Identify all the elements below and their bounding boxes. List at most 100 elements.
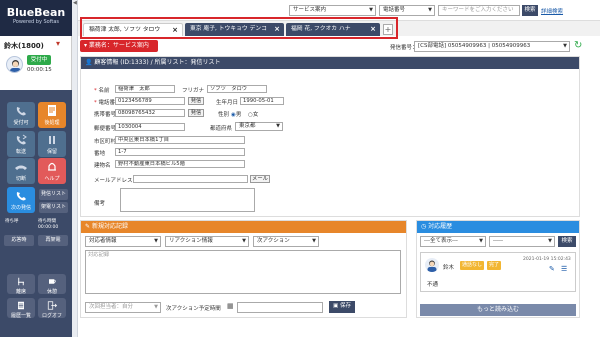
search-button[interactable]: 検索: [522, 5, 538, 16]
next-action-time-input[interactable]: [237, 302, 323, 313]
mail-button[interactable]: メール: [250, 175, 270, 183]
log-textarea[interactable]: 対応記録: [85, 250, 401, 294]
call-phone-button[interactable]: 発信: [188, 97, 204, 105]
waiting-time-value: 00:00:00: [38, 225, 59, 230]
assignee-select[interactable]: 次回担当者：自分 ▼: [85, 302, 161, 313]
note-label: 備考: [94, 201, 106, 207]
responder-select-value: 対応者情報: [89, 238, 117, 244]
chair-icon: [18, 277, 24, 286]
tab-customer-2[interactable]: 東京 庵子, トウキョウ デンコ ×: [185, 23, 284, 36]
add-tab-button[interactable]: +: [383, 24, 393, 35]
logout-icon: [47, 301, 58, 310]
hangup-button[interactable]: 切断: [7, 158, 35, 184]
email-input[interactable]: [133, 175, 248, 183]
logoff-button[interactable]: ログオフ: [38, 298, 66, 319]
call-list-button[interactable]: 架電リスト: [39, 202, 68, 213]
close-icon[interactable]: ×: [172, 24, 178, 37]
kana-input[interactable]: ソフツ タロウ: [207, 85, 267, 93]
coffee-icon: [49, 279, 56, 284]
gender-male-label: 男: [235, 112, 242, 118]
history-tag-noanswer: 通話なし: [460, 261, 485, 270]
edit-icon[interactable]: ✎: [549, 265, 555, 273]
refresh-icon[interactable]: ↻: [574, 40, 582, 52]
service-select[interactable]: サービス案内 ▼: [289, 5, 376, 16]
zip-input[interactable]: 1030004: [115, 123, 185, 131]
history-header: ◷ 対応履歴: [417, 221, 579, 233]
chevron-down-icon: ▼: [369, 7, 373, 13]
history-title: 対応履歴: [428, 223, 453, 230]
gender-female-radio[interactable]: ○女: [248, 110, 258, 118]
away-button[interactable]: 離席: [7, 274, 35, 295]
chevron-down-icon: ▼: [428, 7, 432, 13]
tab-customer-3[interactable]: 福岡 花, フクオカ ハナ ×: [286, 23, 380, 36]
building-input[interactable]: 野村不動産東日本橋ビル5階: [115, 160, 245, 168]
gender-label: 性別: [218, 112, 230, 118]
chevron-down-icon: ▼: [479, 238, 483, 244]
zip-label: 郵便番号: [94, 126, 117, 132]
redial-button[interactable]: 再架電: [38, 235, 68, 246]
gender-male-radio[interactable]: ◉男: [231, 110, 241, 118]
logo-title: BlueBean: [6, 6, 66, 19]
save-button-label: 保存: [339, 303, 351, 309]
next-call-button[interactable]: 次の発信: [7, 187, 35, 213]
call-mobile-button[interactable]: 発信: [188, 109, 204, 117]
calendar-icon[interactable]: ▦: [227, 302, 234, 310]
close-icon[interactable]: ×: [274, 23, 280, 36]
save-button[interactable]: ▣ 保存: [329, 301, 355, 313]
work-name-header: ▾ 業務名：サービス案内: [80, 40, 158, 52]
tile-label-away: 離席: [15, 289, 26, 295]
close-icon[interactable]: ×: [370, 23, 376, 36]
outbound-number-select[interactable]: [CS部電話] 05054909963 | 05054909963 ▼: [414, 41, 570, 52]
history-search-button[interactable]: 検索: [558, 236, 576, 247]
next-action-select[interactable]: 次アクション ▼: [253, 236, 319, 247]
note-textarea[interactable]: [120, 188, 255, 212]
history-filter2-select[interactable]: ----- ▼: [489, 236, 555, 247]
pref-select[interactable]: 東京都 ▼: [235, 122, 283, 131]
on-answer-button[interactable]: 応答時: [4, 235, 34, 246]
avatar: [425, 258, 439, 272]
load-more-button[interactable]: もっと読み込む: [420, 304, 576, 316]
phone-icon: [16, 107, 26, 116]
waiting-calls: 待ち呼: [5, 219, 19, 225]
city-input[interactable]: 中央区東日本橋1丁目: [115, 136, 245, 144]
address-input[interactable]: 1-7: [115, 148, 245, 156]
reaction-select[interactable]: リアクション情報 ▼: [165, 236, 249, 247]
top-bar: サービス案内 ▼ 電話番号 ▼ キーワードをご入力ください 検索 詳細検索: [78, 0, 600, 21]
history-entry[interactable]: 鈴木 通話なし 完了 2021-01-19 15:02:43 ✎ ☰ 不通: [420, 252, 576, 292]
hold-button[interactable]: 保留: [38, 131, 66, 157]
tab-customer-1[interactable]: 稲荷津 太郎, ソフツ タロウ ×: [83, 23, 183, 36]
chevron-down-icon: ▼: [548, 238, 552, 244]
keyword-input[interactable]: キーワードをご入力ください: [438, 5, 520, 16]
responder-select[interactable]: 対応者情報 ▼: [85, 236, 161, 247]
detail-icon[interactable]: ☰: [561, 265, 567, 273]
after-work-button[interactable]: 後処理: [38, 102, 66, 128]
status-badge: 受付中: [27, 55, 51, 65]
outbound-list-button[interactable]: 発信リスト: [39, 189, 68, 200]
sidebar-collapse-strip[interactable]: ◀: [72, 0, 78, 337]
history-entry-date: 2021-01-19 15:02:43: [523, 257, 571, 262]
transfer-button[interactable]: 転送: [7, 131, 35, 157]
birthday-label: 生年月日: [216, 100, 239, 106]
next-action-select-value: 次アクション: [257, 238, 290, 244]
service-select-value: サービス案内: [293, 7, 327, 13]
ready-button[interactable]: 受付可: [7, 102, 35, 128]
chevron-left-icon[interactable]: ◀: [72, 0, 77, 6]
tile-label-next-call: 次の発信: [10, 205, 31, 211]
break-button[interactable]: 休憩: [38, 274, 66, 295]
email-label: メールアドレス: [94, 178, 133, 184]
phone-input[interactable]: 0123456789: [115, 97, 185, 105]
mobile-input[interactable]: 08098765432: [115, 109, 185, 117]
history-filter-select[interactable]: ---全て表示--- ▼: [420, 236, 486, 247]
name-input[interactable]: 稲荷津 太郎: [115, 85, 175, 93]
history-list-button[interactable]: 履歴一覧: [7, 298, 35, 319]
chevron-down-icon[interactable]: ▾: [56, 39, 60, 48]
birthday-input[interactable]: 1990-05-01: [240, 97, 284, 105]
list-icon: [18, 301, 24, 310]
help-button[interactable]: ヘルプ: [38, 158, 66, 184]
work-name: 業務名：サービス案内: [88, 42, 149, 49]
sidebar: BlueBean Powered by Softas 鈴木(1800) ▾ 受付…: [0, 0, 72, 337]
phone-type-select[interactable]: 電話番号 ▼: [379, 5, 435, 16]
tile-label-logoff: ログオフ: [41, 313, 62, 319]
history-filter2-value: -----: [493, 238, 503, 244]
advanced-search-link[interactable]: 詳細検索: [541, 7, 563, 15]
